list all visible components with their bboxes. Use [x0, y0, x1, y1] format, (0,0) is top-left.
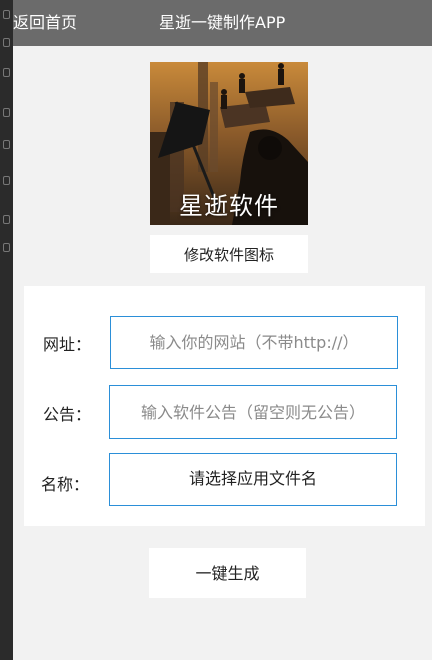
- side-icon: [3, 68, 10, 77]
- side-icon: [3, 243, 10, 252]
- app-icon-image[interactable]: 星逝软件: [150, 62, 308, 225]
- name-label: 名称：: [41, 475, 90, 494]
- side-icon: [3, 215, 10, 224]
- side-strip: [0, 0, 13, 660]
- form-card: 网址： 公告： 名称： 请选择应用文件名: [24, 286, 425, 526]
- url-label: 网址：: [43, 335, 92, 354]
- change-icon-button[interactable]: 修改软件图标: [150, 235, 308, 273]
- side-icon: [3, 108, 10, 117]
- url-input[interactable]: [110, 316, 398, 369]
- generate-button[interactable]: 一键生成: [149, 548, 306, 598]
- side-icon: [3, 176, 10, 185]
- side-icon: [3, 38, 10, 47]
- app-icon-label: 星逝软件: [179, 192, 279, 220]
- notice-input[interactable]: [109, 385, 397, 439]
- header-bar: 返回首页 星逝一键制作APP: [13, 0, 432, 46]
- side-icon: [3, 10, 10, 19]
- page-title: 星逝一键制作APP: [159, 13, 286, 32]
- app-name-select[interactable]: 请选择应用文件名: [109, 453, 397, 506]
- notice-label: 公告：: [43, 405, 92, 424]
- side-icon: [3, 140, 10, 149]
- back-home-button[interactable]: 返回首页: [13, 0, 93, 46]
